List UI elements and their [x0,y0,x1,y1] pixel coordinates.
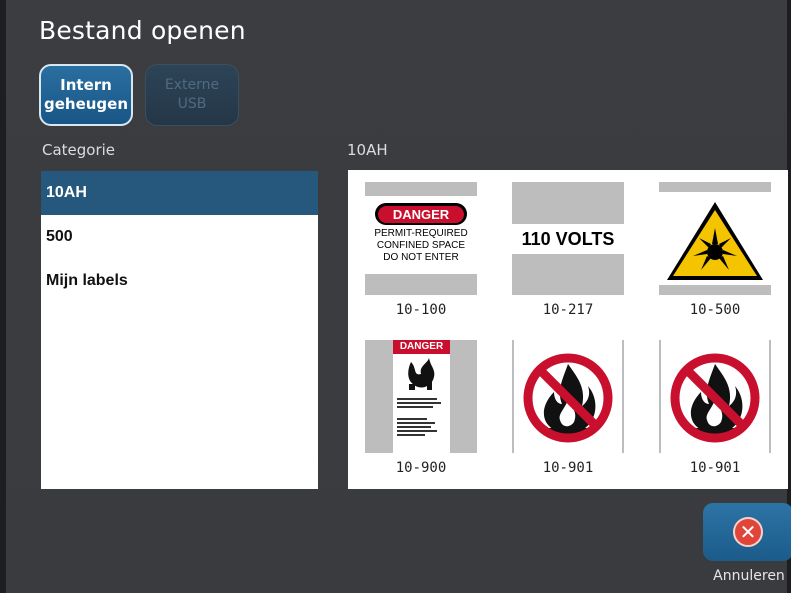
110-volts-sign-icon: 110 VOLTS [512,182,624,295]
tile-label: 10-217 [542,302,594,318]
tile-label: 10-901 [542,460,594,476]
danger-header: DANGER [393,340,450,354]
label-tile-10-900[interactable]: DANGER 10-900 [365,340,477,476]
label-tile-10-901[interactable]: 10-901 [659,340,771,476]
danger-header: DANGER [378,205,464,223]
sign-text: 110 VOLTS [521,228,615,249]
label-tile-10-217[interactable]: 110 VOLTS 10-217 [512,182,624,318]
close-icon: ✕ [733,517,763,547]
sign-line: CONFINED SPACE [376,240,466,251]
label-tile-10-901[interactable]: 10-901 [512,340,624,476]
danger-permit-required-sign-icon: DANGER PERMIT-REQUIRED CONFINED SPACE DO… [365,182,477,295]
source-internal-memory-button[interactable]: Intern geheugen [39,64,133,126]
source-button-line1: Externe [164,77,220,93]
source-button-line2: USB [177,96,207,112]
explosive-warning-triangle-icon [659,182,771,295]
no-open-flame-icon [512,340,624,453]
gallery-heading: 10AH [347,141,388,159]
category-item-mijn-labels[interactable]: Mijn labels [41,259,318,303]
sign-line: PERMIT-REQUIRED [374,228,468,239]
category-item-10ah[interactable]: 10AH [41,171,318,215]
label-gallery: DANGER PERMIT-REQUIRED CONFINED SPACE DO… [348,170,788,489]
dialog-window: Bestand openen Intern geheugen Externe U… [0,0,791,593]
cancel-button[interactable]: ✕ [703,503,791,561]
source-button-line1: Intern [60,76,112,94]
tile-label: 10-901 [689,460,741,476]
category-item-500[interactable]: 500 [41,215,318,259]
sign-line: DO NOT ENTER [383,252,459,263]
tile-label: 10-900 [395,460,447,476]
category-heading: Categorie [42,141,116,159]
label-tile-10-100[interactable]: DANGER PERMIT-REQUIRED CONFINED SPACE DO… [365,182,477,318]
tile-label: 10-500 [689,302,741,318]
category-list: 10AH 500 Mijn labels [41,171,318,489]
cancel-label: Annuleren [713,568,785,584]
label-tile-10-500[interactable]: 10-500 [659,182,771,318]
tile-label: 10-100 [395,302,447,318]
danger-fire-sign-icon: DANGER [365,340,477,453]
no-open-flame-icon [659,340,771,453]
source-button-line2: geheugen [43,95,129,113]
source-external-usb-button[interactable]: Externe USB [145,64,239,126]
dialog-title: Bestand openen [39,16,246,45]
